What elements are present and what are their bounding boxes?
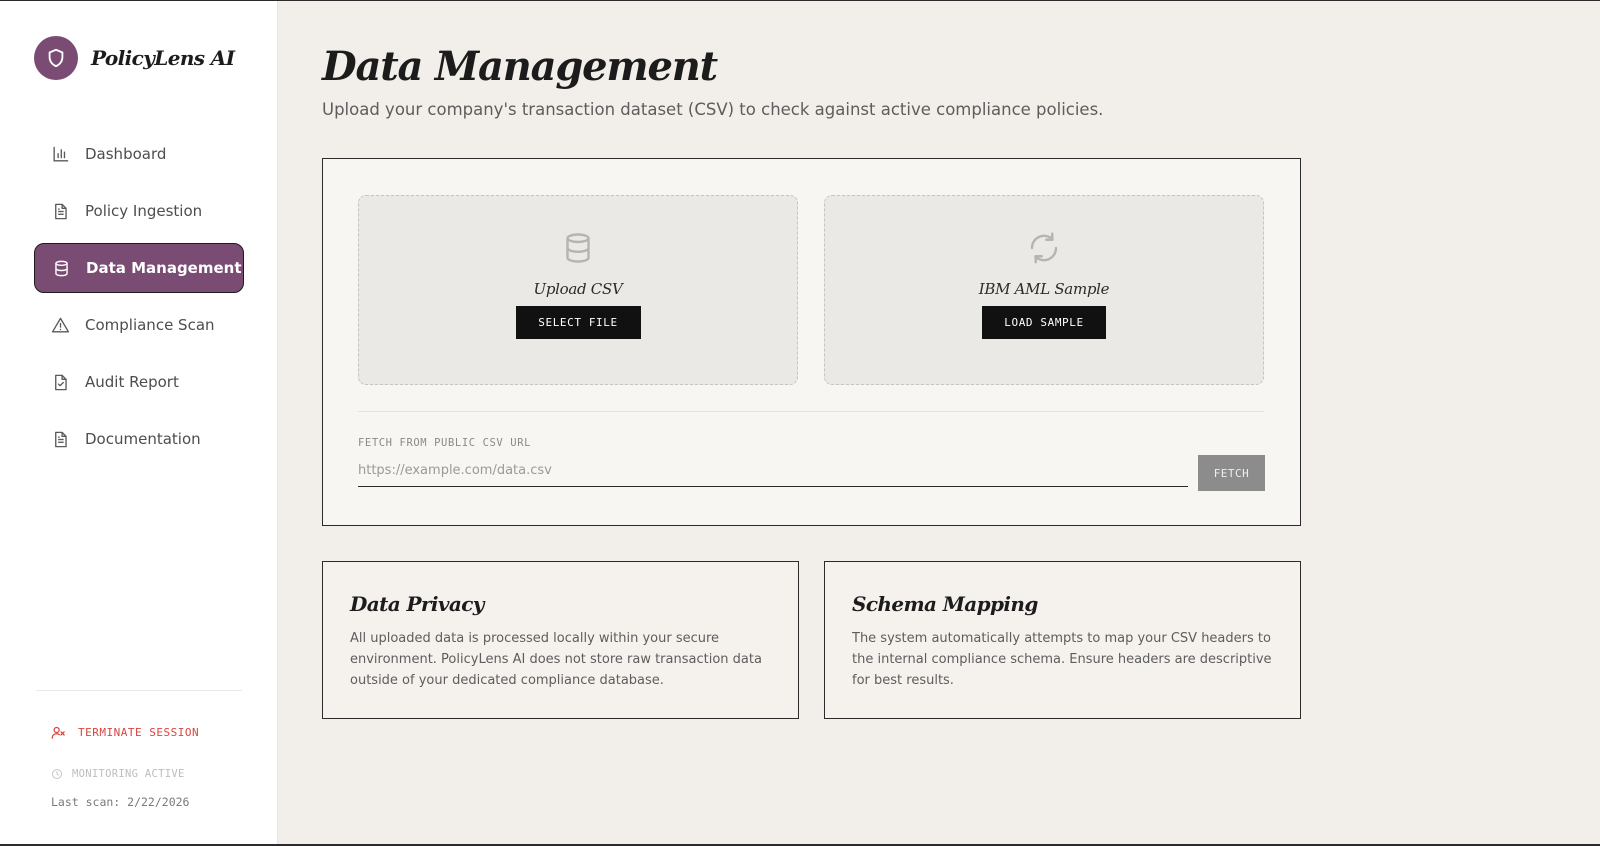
clock-icon xyxy=(52,769,62,779)
sidebar-item-audit-report[interactable]: Audit Report xyxy=(34,357,244,407)
document-icon xyxy=(55,431,67,447)
sidebar-item-compliance-scan[interactable]: Compliance Scan xyxy=(34,300,244,350)
sidebar-item-data-management[interactable]: Data Management xyxy=(34,243,244,293)
sidebar-nav: Dashboard Policy Ingestion Data Manageme… xyxy=(34,129,244,471)
data-privacy-text: All uploaded data is processed locally w… xyxy=(350,631,762,688)
refresh-icon xyxy=(1030,232,1058,264)
sidebar-item-label: Dashboard xyxy=(85,145,167,163)
sidebar-item-label: Data Management xyxy=(86,259,242,277)
sidebar-item-dashboard[interactable]: Dashboard xyxy=(34,129,244,179)
database-icon xyxy=(566,233,590,263)
csv-url-input[interactable] xyxy=(358,455,1188,487)
data-privacy-card: Data Privacy All uploaded data is proces… xyxy=(322,561,799,719)
shield-icon xyxy=(34,36,78,80)
csv-url-label: FETCH FROM PUBLIC CSV URL xyxy=(358,437,532,449)
schema-mapping-title: Schema Mapping xyxy=(852,592,1038,616)
load-sample-button[interactable]: LOAD SAMPLE xyxy=(982,306,1106,339)
sidebar: PolicyLens AI Dashboard Policy Ingestion… xyxy=(0,1,278,844)
warning-triangle-icon xyxy=(51,317,70,333)
user-x-icon xyxy=(51,726,65,739)
last-scan-text: Last scan: 2/22/2026 xyxy=(51,795,190,809)
section-divider xyxy=(358,411,1264,412)
sidebar-item-policy-ingestion[interactable]: Policy Ingestion xyxy=(34,186,244,236)
upload-csv-dropzone[interactable]: Upload CSV SELECT FILE xyxy=(358,195,798,385)
sidebar-divider xyxy=(36,690,242,691)
file-check-icon xyxy=(55,374,67,390)
upload-csv-title: Upload CSV xyxy=(533,280,623,298)
schema-mapping-text: The system automatically attempts to map… xyxy=(852,631,1272,688)
ibm-aml-sample-dropzone[interactable]: IBM AML Sample LOAD SAMPLE xyxy=(824,195,1264,385)
terminate-session-button[interactable]: TERMINATE SESSION xyxy=(51,725,199,740)
brand[interactable]: PolicyLens AI xyxy=(34,36,235,80)
bar-chart-icon xyxy=(53,146,69,162)
sidebar-item-documentation[interactable]: Documentation xyxy=(34,414,244,464)
page-title: Data Management xyxy=(322,43,718,90)
sidebar-item-label: Audit Report xyxy=(85,373,179,391)
sidebar-item-label: Documentation xyxy=(85,430,201,448)
database-icon xyxy=(55,260,68,276)
select-file-button[interactable]: SELECT FILE xyxy=(515,306,641,339)
monitoring-status: MONITORING ACTIVE xyxy=(51,768,185,780)
ibm-aml-sample-title: IBM AML Sample xyxy=(978,280,1110,298)
upload-panel: Upload CSV SELECT FILE IBM AML Sample LO… xyxy=(322,158,1301,526)
document-icon xyxy=(55,203,67,219)
app-name: PolicyLens AI xyxy=(91,46,235,70)
main-content: Data Management Upload your company's tr… xyxy=(322,1,1600,844)
sidebar-item-label: Compliance Scan xyxy=(85,316,215,334)
sidebar-item-label: Policy Ingestion xyxy=(85,202,203,220)
data-privacy-title: Data Privacy xyxy=(350,592,484,616)
schema-mapping-card: Schema Mapping The system automatically … xyxy=(824,561,1301,719)
fetch-button[interactable]: FETCH xyxy=(1198,455,1265,491)
page-subtitle: Upload your company's transaction datase… xyxy=(322,100,1104,119)
